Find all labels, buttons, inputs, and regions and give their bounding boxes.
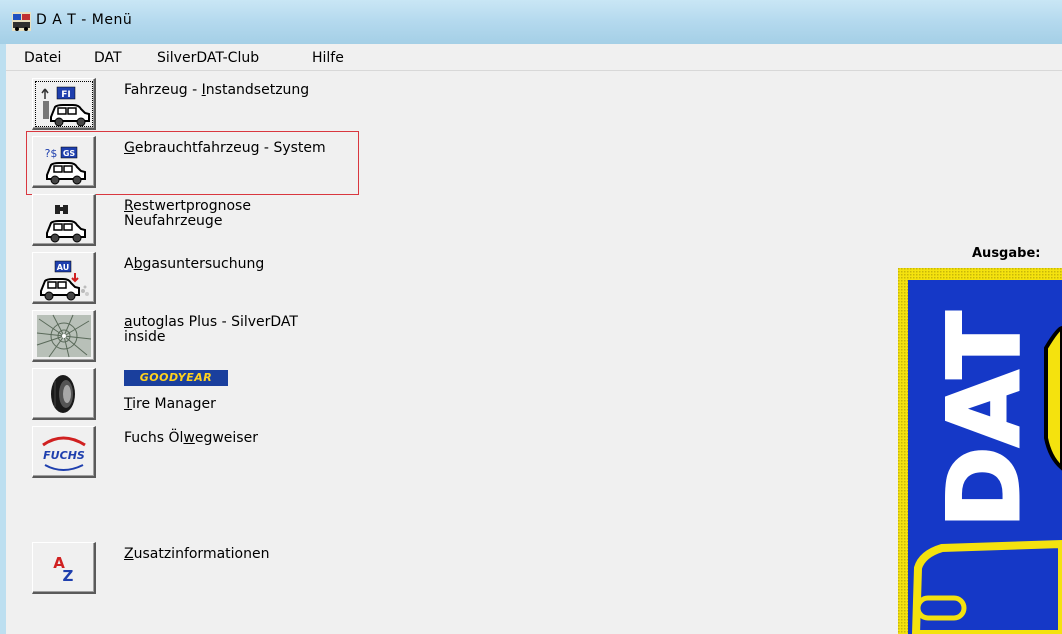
menu-silverdat-club[interactable]: SilverDAT-Club: [157, 50, 259, 66]
tire-manager-label[interactable]: Tire Manager: [124, 397, 216, 412]
fuchs-logo-icon: FUCHS: [42, 436, 86, 471]
dat-app-icon: [12, 12, 31, 31]
zusatzinformationen-label[interactable]: Zusatzinformationen: [124, 547, 269, 562]
zusatzinformationen-button[interactable]: A Z: [32, 542, 96, 594]
dat-logo: DAT DAT: [898, 268, 1062, 634]
restwertprognose-label[interactable]: Restwertprognose Neufahrzeuge: [124, 199, 251, 229]
title-bar[interactable]: D A T - Menü: [0, 0, 1062, 44]
autoglas-label[interactable]: autoglas Plus - SilverDAT inside: [124, 315, 298, 345]
fuchs-oelwegweiser-button[interactable]: FUCHS: [32, 426, 96, 478]
window-title: D A T - Menü: [36, 12, 133, 28]
menu-dat[interactable]: DAT: [94, 50, 122, 66]
cracked-glass-icon: [36, 314, 92, 358]
instandsetzung-label[interactable]: Fahrzeug - Instandsetzung: [124, 83, 309, 98]
autoglas-button[interactable]: [32, 310, 96, 362]
goodyear-logo: GOODYEAR: [124, 370, 228, 386]
fuchs-oelwegweiser-label[interactable]: Fuchs Ölwegweiser: [124, 431, 258, 446]
svg-text:Z: Z: [63, 567, 74, 585]
svg-text:FUCHS: FUCHS: [43, 449, 85, 462]
au-exhaust-car-icon: AU: [40, 260, 89, 301]
abgasuntersuchung-button[interactable]: AU: [32, 252, 96, 304]
menu-bar: Datei DAT SilverDAT-Club Hilfe: [6, 44, 1062, 71]
tire-manager-button[interactable]: [32, 368, 96, 420]
svg-text:FI: FI: [61, 90, 71, 100]
svg-text:AU: AU: [57, 263, 69, 272]
selection-highlight-box: [26, 131, 359, 195]
restwertprognose-button[interactable]: [32, 194, 96, 246]
menu-datei[interactable]: Datei: [24, 50, 61, 66]
binoculars-car-icon: [46, 205, 86, 243]
instandsetzung-button[interactable]: FI: [32, 78, 96, 130]
abgasuntersuchung-label[interactable]: Abgasuntersuchung: [124, 257, 264, 272]
fi-car-repair-icon: FI: [41, 86, 90, 127]
svg-text:DAT: DAT: [928, 311, 1042, 528]
tire-icon: [51, 375, 75, 413]
ausgabe-label: Ausgabe:: [972, 246, 1041, 261]
menu-hilfe[interactable]: Hilfe: [312, 50, 344, 66]
a-z-icon: A Z: [53, 554, 74, 585]
